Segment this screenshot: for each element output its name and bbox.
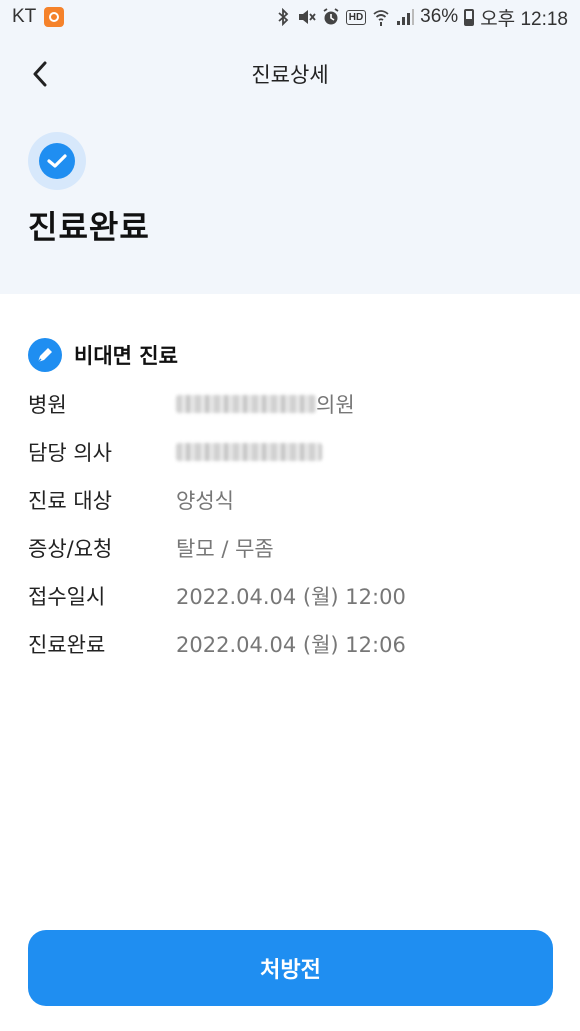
- alarm-icon: [322, 8, 340, 26]
- detail-value: 양성식: [176, 489, 234, 513]
- page-title: 진료상세: [251, 63, 329, 87]
- hd-icon: HD: [345, 9, 367, 25]
- detail-value: 2022.04.04 (월) 12:00: [176, 585, 406, 609]
- detail-row-patient: 진료 대상 양성식: [28, 476, 552, 524]
- bluetooth-icon: [274, 8, 292, 26]
- signal-icon: [396, 8, 415, 26]
- wifi-icon: [372, 8, 390, 26]
- section-title: 비대면 진료: [74, 344, 178, 368]
- section-header: 비대면 진료: [28, 338, 178, 372]
- detail-value: 탈모 / 무좀: [176, 537, 274, 561]
- redacted-text: [176, 443, 322, 461]
- detail-row-completed: 진료완료 2022.04.04 (월) 12:06: [28, 620, 552, 668]
- detail-row-doctor: 담당 의사: [28, 428, 552, 476]
- back-button[interactable]: [26, 60, 54, 88]
- mute-icon: [298, 8, 316, 26]
- prescription-button[interactable]: 처방전: [28, 930, 553, 1006]
- status-bar: KT HD 36% 오후 12:18: [0, 0, 580, 34]
- detail-value: 의원: [176, 389, 355, 419]
- detail-label: 담당 의사: [28, 441, 112, 465]
- detail-value: [176, 443, 322, 461]
- chevron-left-icon: [33, 61, 47, 87]
- redacted-text: [176, 395, 316, 413]
- top-nav: 진료상세: [0, 48, 580, 100]
- detail-label: 접수일시: [28, 585, 106, 609]
- detail-list: 병원 의원 담당 의사 진료 대상 양성식 증상/요청 탈모 / 무좀 접수일시…: [28, 380, 552, 668]
- carrier-label: KT: [12, 6, 37, 27]
- check-circle-icon: [28, 132, 86, 190]
- detail-row-received: 접수일시 2022.04.04 (월) 12:00: [28, 572, 552, 620]
- detail-label: 진료완료: [28, 633, 106, 657]
- clock: 오후 12:18: [480, 8, 568, 30]
- detail-row-hospital: 병원 의원: [28, 380, 552, 428]
- battery-icon: [464, 8, 475, 26]
- treatment-status-title: 진료완료: [28, 208, 150, 246]
- pen-icon: [28, 338, 62, 372]
- detail-label: 증상/요청: [28, 537, 113, 561]
- hospital-suffix: 의원: [316, 393, 355, 417]
- detail-value: 2022.04.04 (월) 12:06: [176, 633, 406, 657]
- battery-percent: 36%: [420, 6, 459, 27]
- top-area: [0, 0, 580, 294]
- detail-label: 병원: [28, 393, 67, 417]
- detail-label: 진료 대상: [28, 489, 112, 513]
- detail-row-symptoms: 증상/요청 탈모 / 무좀: [28, 524, 552, 572]
- app-notification-icon: [44, 7, 65, 27]
